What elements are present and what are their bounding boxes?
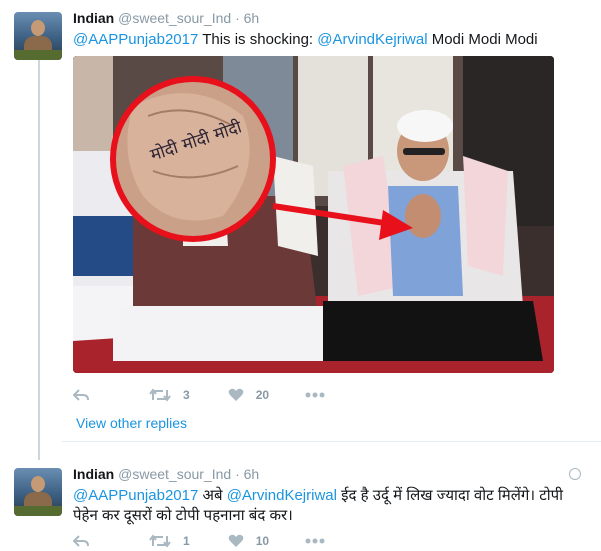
retweet-icon — [149, 388, 171, 402]
tweet-text: @AAPPunjab2017 अबे @ArvindKejriwal ईद है… — [73, 487, 564, 524]
tweet-actions: 3 20 — [73, 385, 353, 405]
display-name[interactable]: Indian — [73, 466, 114, 482]
mention-link[interactable]: @AAPPunjab2017 — [73, 487, 198, 504]
reply-button[interactable] — [73, 388, 89, 402]
mention-link[interactable]: @AAPPunjab2017 — [73, 31, 198, 48]
retweet-button[interactable]: 3 — [149, 388, 190, 402]
separator-dot: · — [235, 10, 240, 26]
retweet-icon — [149, 534, 171, 548]
like-count: 10 — [255, 534, 270, 548]
avatar[interactable] — [14, 12, 62, 60]
more-button[interactable] — [305, 538, 325, 544]
view-other-replies-link[interactable]: View other replies — [76, 415, 187, 431]
retweet-button[interactable]: 1 — [149, 534, 190, 548]
mention-link[interactable]: @ArvindKejriwal — [227, 487, 337, 504]
username[interactable]: @sweet_sour_Ind — [118, 10, 231, 26]
heart-icon — [228, 388, 243, 401]
mention-link[interactable]: @ArvindKejriwal — [317, 31, 427, 48]
retweet-count: 1 — [183, 534, 190, 548]
tweet-actions: 1 10 — [73, 531, 353, 551]
more-button[interactable] — [305, 392, 325, 398]
like-button[interactable]: 20 — [228, 388, 269, 402]
reply-icon — [73, 535, 89, 547]
display-name[interactable]: Indian — [73, 10, 114, 26]
reply-button[interactable] — [73, 534, 89, 548]
tweet-header: Indian @sweet_sour_Ind · 6h — [73, 465, 589, 483]
tweet-header: Indian @sweet_sour_Ind · 6h — [73, 9, 589, 27]
like-count: 20 — [255, 388, 270, 402]
globe-icon — [569, 468, 581, 480]
thread-line — [38, 60, 40, 460]
tweet-media-photo[interactable]: मोदी मोदी मोदी — [73, 56, 554, 373]
like-button[interactable]: 10 — [228, 534, 269, 548]
more-icon — [305, 392, 325, 398]
separator-dot: · — [235, 466, 240, 482]
tweet-text: @AAPPunjab2017 This is shocking: @Arvind… — [73, 31, 538, 48]
more-icon — [305, 538, 325, 544]
reply-icon — [73, 389, 89, 401]
heart-icon — [228, 534, 243, 547]
timestamp[interactable]: 6h — [244, 466, 260, 482]
avatar[interactable] — [14, 468, 62, 516]
timestamp[interactable]: 6h — [244, 10, 260, 26]
divider — [62, 441, 601, 442]
username[interactable]: @sweet_sour_Ind — [118, 466, 231, 482]
retweet-count: 3 — [183, 388, 190, 402]
